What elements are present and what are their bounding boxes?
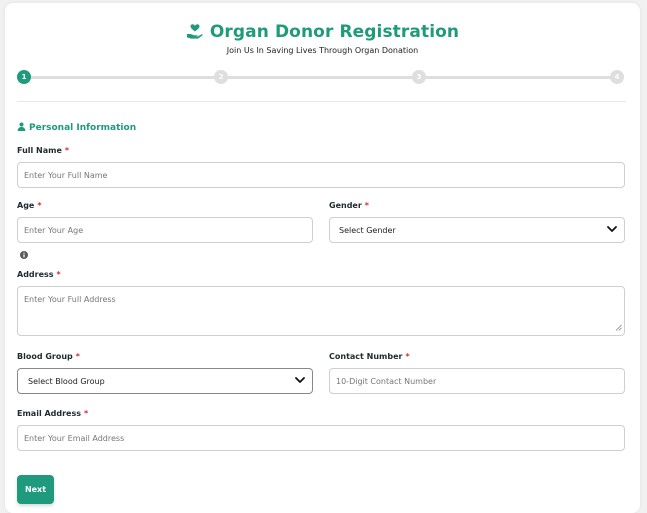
email-label: Email Address * bbox=[17, 409, 88, 418]
section-title: Personal Information bbox=[29, 123, 137, 133]
info-icon[interactable] bbox=[20, 244, 28, 263]
chevron-down-icon bbox=[295, 376, 305, 386]
blood-group-label: Blood Group * bbox=[17, 352, 80, 361]
chevron-down-icon bbox=[607, 225, 617, 235]
step-1: 1 bbox=[17, 70, 31, 84]
age-input[interactable]: Enter Your Age bbox=[17, 217, 313, 243]
next-button[interactable]: Next bbox=[17, 475, 54, 504]
email-label-text: Email Address bbox=[17, 409, 82, 418]
required-mark: * bbox=[405, 352, 410, 361]
gender-label: Gender * bbox=[329, 201, 369, 210]
blood-group-selected-value: Select Blood Group bbox=[28, 376, 105, 386]
page-subtitle: Join Us In Saving Lives Through Organ Do… bbox=[226, 46, 419, 55]
full-name-label-text: Full Name bbox=[17, 146, 62, 155]
hand-heart-icon bbox=[186, 24, 204, 40]
page-header: Organ Donor Registration Join Us In Savi… bbox=[5, 22, 640, 55]
user-icon bbox=[17, 122, 26, 134]
address-label: Address * bbox=[17, 270, 61, 279]
gender-selected-value: Select Gender bbox=[339, 225, 396, 235]
email-placeholder: Enter Your Email Address bbox=[24, 433, 125, 443]
required-mark: * bbox=[364, 201, 369, 210]
address-label-text: Address bbox=[17, 270, 54, 279]
registration-card: Organ Donor Registration Join Us In Savi… bbox=[5, 3, 640, 513]
gender-label-text: Gender bbox=[329, 201, 362, 210]
contact-number-input[interactable]: 10-Digit Contact Number bbox=[329, 368, 625, 394]
step-4: 4 bbox=[610, 70, 624, 84]
required-mark: * bbox=[84, 409, 89, 418]
section-heading: Personal Information bbox=[17, 122, 136, 134]
required-mark: * bbox=[64, 146, 70, 155]
page-title: Organ Donor Registration bbox=[209, 22, 460, 42]
age-label-text: Age bbox=[17, 201, 35, 210]
step-3: 3 bbox=[412, 70, 426, 84]
stepper-track bbox=[24, 76, 617, 79]
resize-handle-icon[interactable] bbox=[615, 324, 622, 333]
required-mark: * bbox=[56, 270, 61, 279]
progress-stepper: 1 2 3 4 bbox=[17, 70, 624, 84]
age-placeholder: Enter Your Age bbox=[24, 225, 84, 235]
contact-label: Contact Number * bbox=[329, 352, 410, 361]
address-placeholder: Enter Your Full Address bbox=[24, 295, 116, 304]
step-2: 2 bbox=[214, 70, 228, 84]
age-label: Age * bbox=[17, 201, 42, 210]
required-mark: * bbox=[37, 201, 42, 210]
address-textarea[interactable]: Enter Your Full Address bbox=[17, 286, 625, 336]
header-divider bbox=[17, 101, 626, 102]
email-input[interactable]: Enter Your Email Address bbox=[17, 425, 625, 451]
full-name-placeholder: Enter Your Full Name bbox=[24, 170, 108, 180]
contact-placeholder: 10-Digit Contact Number bbox=[336, 376, 437, 386]
gender-select[interactable]: Select Gender bbox=[329, 217, 625, 243]
contact-label-text: Contact Number bbox=[329, 352, 403, 361]
full-name-input[interactable]: Enter Your Full Name bbox=[17, 162, 625, 188]
title-row: Organ Donor Registration bbox=[5, 22, 640, 42]
full-name-label: Full Name * bbox=[17, 146, 69, 155]
blood-group-label-text: Blood Group bbox=[17, 352, 73, 361]
required-mark: * bbox=[75, 352, 80, 361]
blood-group-select[interactable]: Select Blood Group bbox=[17, 368, 313, 394]
